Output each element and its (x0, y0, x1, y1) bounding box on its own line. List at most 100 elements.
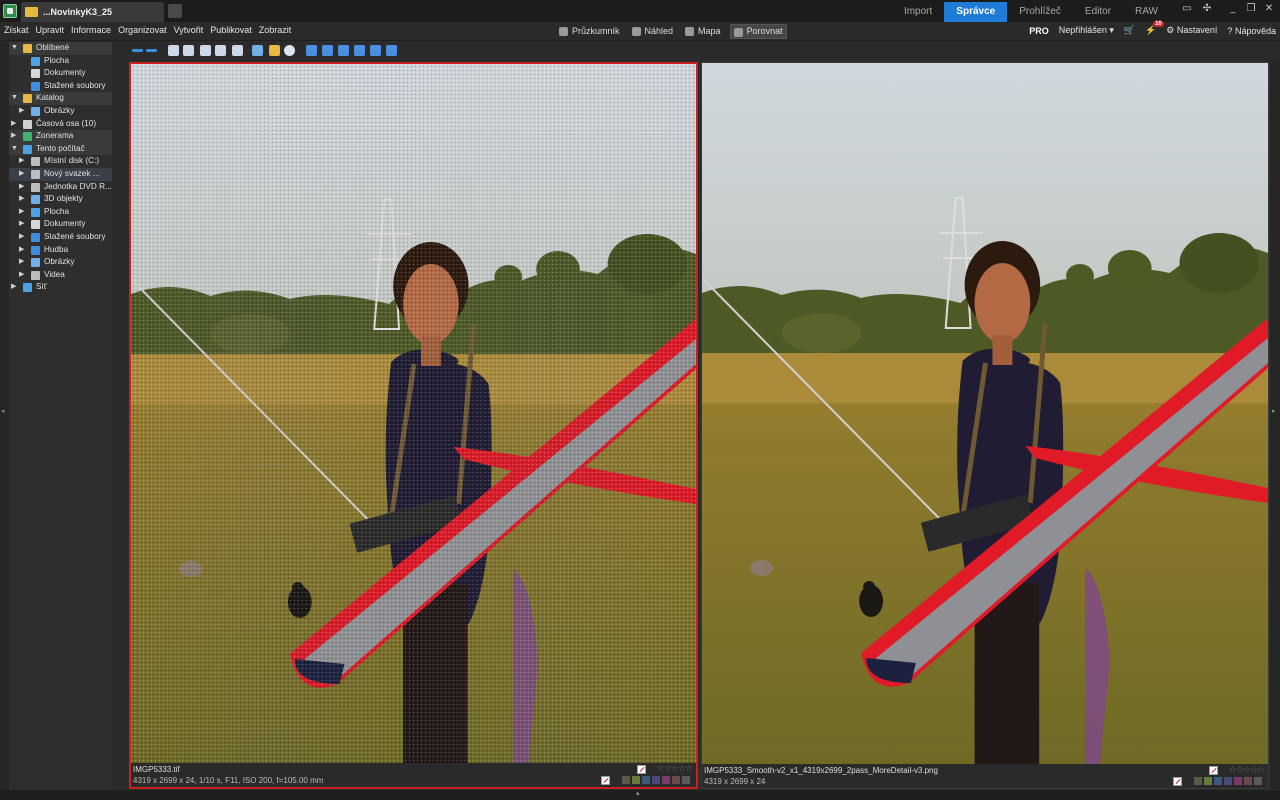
menu-item-1[interactable]: Upravit (36, 25, 65, 35)
layout-grid-icon[interactable] (386, 45, 397, 56)
layout-horizontal-icon[interactable] (322, 45, 333, 56)
color-label-swatch[interactable] (672, 776, 680, 784)
color-label-swatch[interactable] (1234, 777, 1242, 785)
back-icon[interactable] (132, 49, 143, 52)
sidebar-item[interactable]: ▶ Časová osa (10) (9, 118, 112, 131)
mode-tab-0[interactable]: Import (892, 2, 944, 22)
sidebar-item[interactable]: ▶ Obrázky (9, 256, 112, 269)
document-tab[interactable]: ...NovinkyK3_25 (21, 2, 164, 22)
chevron-right-icon[interactable]: ▶ (19, 181, 24, 194)
color-label-swatch[interactable] (1204, 777, 1212, 785)
color-label-swatch[interactable] (1214, 777, 1222, 785)
chevron-right-icon[interactable]: ▶ (19, 168, 24, 181)
sidebar-item[interactable]: ▼ Oblíbené (9, 42, 112, 55)
chevron-down-icon[interactable]: ▼ (11, 92, 18, 105)
menu-item-2[interactable]: Informace (71, 25, 111, 35)
left-collapse-handle[interactable] (0, 42, 9, 797)
chevron-right-icon[interactable]: ▶ (11, 281, 16, 294)
expand-icon[interactable]: ✣ (1200, 3, 1214, 19)
color-labels[interactable] (622, 776, 690, 784)
sidebar-item[interactable]: ▶ Hudba (9, 244, 112, 257)
screen-icon[interactable]: ▭ (1180, 3, 1194, 19)
zoom-in-icon[interactable] (168, 45, 179, 56)
info-icon[interactable] (284, 45, 295, 56)
color-label-swatch[interactable] (622, 776, 630, 784)
notifications-button[interactable]: ⚡ 10 (1145, 21, 1164, 36)
cart-icon[interactable]: 🛒 (1124, 25, 1135, 36)
color-label-swatch[interactable] (652, 776, 660, 784)
view-switch-3[interactable]: Porovnat (729, 24, 787, 39)
sidebar-item[interactable]: ▶ Zonerama (9, 130, 112, 143)
color-label-swatch[interactable] (1244, 777, 1252, 785)
layout-vertical-icon[interactable] (338, 45, 349, 56)
sidebar-item[interactable]: ▶ Dokumenty (9, 218, 112, 231)
chevron-down-icon[interactable]: ▼ (11, 143, 18, 156)
layout-rows-icon[interactable] (354, 45, 365, 56)
chevron-right-icon[interactable]: ▶ (19, 155, 24, 168)
color-label-swatch[interactable] (662, 776, 670, 784)
sidebar-item[interactable]: ▼ Katalog (9, 92, 112, 105)
reject-flag-icon-2[interactable] (601, 776, 610, 785)
zoom-out-icon[interactable] (183, 45, 194, 56)
color-label-swatch[interactable] (1224, 777, 1232, 785)
zoom-fit-icon[interactable] (232, 45, 243, 56)
reject-flag-icon-2[interactable] (1173, 777, 1182, 786)
chevron-right-icon[interactable]: ▶ (19, 269, 24, 282)
reject-flag-icon[interactable] (637, 765, 646, 774)
chevron-right-icon[interactable]: ▶ (19, 244, 24, 257)
menu-item-4[interactable]: Vytvořit (174, 25, 204, 35)
menu-item-0[interactable]: Získat (4, 25, 29, 35)
view-switch-0[interactable]: Průzkumník (556, 24, 623, 39)
actual-size-icon[interactable] (215, 45, 226, 56)
chevron-down-icon[interactable]: ▼ (11, 42, 18, 55)
highlight-icon[interactable] (269, 45, 280, 56)
histogram-icon[interactable] (252, 45, 263, 56)
minimize-icon[interactable]: _ (1226, 3, 1240, 19)
reject-flag-icon[interactable] (1209, 766, 1218, 775)
chevron-right-icon[interactable]: ▶ (19, 105, 24, 118)
sidebar-item[interactable]: ▶ Videa (9, 269, 112, 282)
view-switch-1[interactable]: Náhled (629, 24, 677, 39)
bottom-collapse-handle[interactable] (0, 789, 1280, 800)
sidebar-item[interactable]: ▶ 3D objekty (9, 193, 112, 206)
sidebar-item[interactable]: Stažené soubory (9, 80, 112, 93)
chevron-right-icon[interactable]: ▶ (19, 231, 24, 244)
new-tab-icon[interactable] (168, 4, 182, 18)
chevron-right-icon[interactable]: ▶ (19, 256, 24, 269)
color-label-swatch[interactable] (682, 776, 690, 784)
sidebar-item[interactable]: ▶ Obrázky (9, 105, 112, 118)
chevron-right-icon[interactable]: ▶ (19, 206, 24, 219)
chevron-right-icon[interactable]: ▶ (19, 193, 24, 206)
rating-stars[interactable]: ☆☆☆☆☆ (657, 764, 693, 774)
sidebar-item[interactable]: ▶ Nový svazek ... (9, 167, 112, 181)
close-icon[interactable]: ✕ (1262, 3, 1276, 19)
sidebar-item[interactable]: Dokumenty (9, 67, 112, 80)
menu-item-5[interactable]: Publikovat (210, 25, 252, 35)
chevron-right-icon[interactable]: ▶ (11, 130, 16, 143)
sidebar-item[interactable]: ▶ Stažené soubory (9, 231, 112, 244)
menu-item-3[interactable]: Organizovat (118, 25, 167, 35)
layout-columns-icon[interactable] (370, 45, 381, 56)
help-button[interactable]: ? Nápověda (1227, 26, 1276, 36)
chevron-right-icon[interactable]: ▶ (11, 118, 16, 131)
sidebar-item[interactable]: ▶ Síť (9, 281, 112, 294)
rating-stars[interactable]: ☆☆☆☆☆ (1229, 765, 1265, 775)
settings-button[interactable]: ⚙ Nastavení (1166, 25, 1217, 36)
color-label-swatch[interactable] (642, 776, 650, 784)
sidebar-item[interactable]: ▼ Tento počítač (9, 142, 112, 156)
color-labels[interactable] (1194, 777, 1262, 785)
restore-icon[interactable]: ❐ (1244, 3, 1258, 19)
chevron-right-icon[interactable]: ▶ (19, 218, 24, 231)
mode-tab-3[interactable]: Editor (1073, 2, 1123, 22)
color-label-swatch[interactable] (1194, 777, 1202, 785)
app-logo-icon[interactable] (3, 4, 17, 18)
mode-tab-1[interactable]: Správce (944, 2, 1008, 22)
layout-single-icon[interactable] (306, 45, 317, 56)
login-dropdown[interactable]: Nepřihlášen ▾ (1059, 25, 1114, 36)
compare-pane-processed[interactable]: IMGP5333_Smooth-v2_x1_4319x2699_2pass_Mo… (701, 62, 1269, 789)
view-switch-2[interactable]: Mapa (682, 24, 724, 39)
mode-tab-4[interactable]: RAW (1123, 2, 1170, 22)
fit-icon[interactable] (200, 45, 211, 56)
color-label-swatch[interactable] (632, 776, 640, 784)
mode-tab-2[interactable]: Prohlížeč (1007, 2, 1073, 22)
